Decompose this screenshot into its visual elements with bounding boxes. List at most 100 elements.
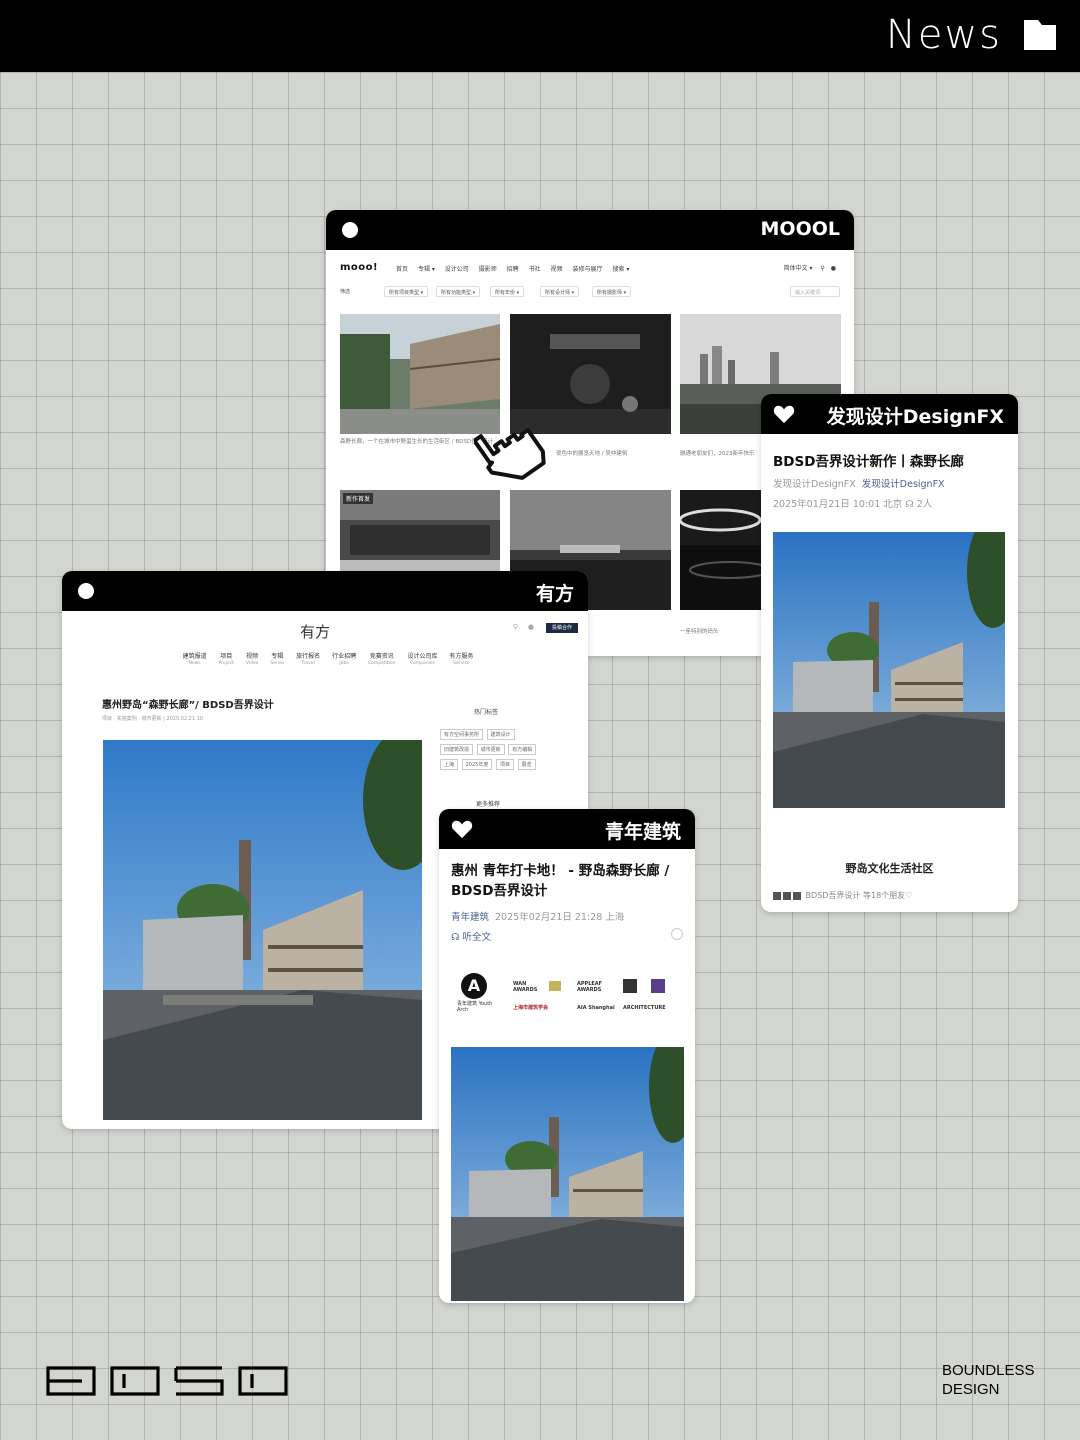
- article-photo: [451, 1047, 684, 1301]
- folder-icon: [1024, 20, 1056, 50]
- publish-time: 2025年02月21日 21:28 上海: [495, 912, 625, 923]
- nav-label: 有方服务: [449, 653, 474, 660]
- nav-item-jobs[interactable]: 行业招聘 Jobs: [332, 653, 356, 667]
- avatar: [793, 891, 801, 900]
- nav-item-service[interactable]: 有方服务 Service: [449, 653, 473, 667]
- close-icon[interactable]: [671, 928, 683, 940]
- avatar: [783, 891, 791, 900]
- article-title[interactable]: 惠州野岛“森野长廊”/ BDSD吾界设计: [102, 696, 274, 711]
- designfx-window: 发现设计DesignFX BDSD吾界设计新作丨森野长廊 发现设计DesignF…: [761, 394, 1018, 912]
- article-meta: 青年建筑 2025年02月21日 21:28 上海: [451, 909, 624, 923]
- bdsd-logo: [46, 1366, 288, 1396]
- window-dot[interactable]: [342, 222, 358, 238]
- nav-item-video[interactable]: 视频 Video: [246, 653, 259, 667]
- award-logo: AIA Shanghai: [577, 1005, 615, 1011]
- nav-item-competition[interactable]: 竞赛资讯 Competition: [368, 653, 396, 667]
- filter-select[interactable]: 所有年份 ▾: [490, 286, 525, 297]
- article-title[interactable]: BDSD吾界设计新作丨森野长廊: [773, 450, 964, 470]
- mool-nav-link[interactable]: 首页: [396, 266, 408, 273]
- nav-sublabel: Service: [453, 661, 470, 666]
- designfx-title-bar: 发现设计DesignFX: [761, 394, 1018, 434]
- mool-nav-link[interactable]: 搜索 ▾: [612, 266, 629, 273]
- tag-list: 有方空间事务所 建筑设计 旧建筑改造 城市更新 有方编辑 上海 2025年度 项…: [440, 729, 544, 774]
- nav-item-series[interactable]: 专辑 Series: [270, 653, 284, 667]
- mool-nav: mooo! 首页 专辑 ▾ 设计公司 摄影师 招聘 书社 视频 装修与展厅 搜索…: [340, 262, 840, 276]
- heart-icon[interactable]: [773, 404, 795, 424]
- nav-label: 行业招聘: [332, 653, 357, 660]
- nav-label: 视频: [246, 653, 259, 660]
- qnjz-window-title: 青年建筑: [604, 821, 681, 843]
- tag[interactable]: 2025年度: [461, 759, 493, 770]
- photo-caption: 野岛文化生活社区: [845, 862, 934, 875]
- user-icon[interactable]: ●: [831, 265, 836, 272]
- tag[interactable]: 城市更新: [476, 744, 505, 755]
- award-logo: 上海市建筑学会: [513, 1005, 549, 1011]
- nav-item-companies[interactable]: 设计公司库 Companies: [407, 653, 437, 667]
- tag[interactable]: 上海: [440, 759, 459, 770]
- article-meta: 项目 · 实施案例 · 城市更新 | 2025.02.21 10: [102, 716, 203, 722]
- youfang-logo[interactable]: 有方: [300, 621, 330, 642]
- filter-select[interactable]: 所有设计师 ▾: [540, 286, 580, 297]
- mool-nav-link[interactable]: 招聘: [507, 266, 519, 273]
- nav-item-news[interactable]: 建筑报道 News: [183, 653, 207, 667]
- filter-select[interactable]: 所有项目类型 ▾: [384, 286, 429, 297]
- tag[interactable]: 展览: [517, 759, 536, 770]
- award-logos: A 青年建筑 Youth Arch WAN AWARDS APPLEAF AWA…: [457, 969, 681, 1021]
- nav-sublabel: Jobs: [339, 661, 349, 666]
- nav-sublabel: News: [188, 661, 201, 666]
- project-caption[interactable]: 夜色中的展览天地 / 吴仲建筑: [556, 450, 666, 458]
- award-logo: WAN AWARDS: [513, 981, 538, 993]
- submit-button[interactable]: 投稿合作: [546, 623, 578, 633]
- nav-label: 建筑报道: [182, 653, 207, 660]
- mool-nav-right: 简体中文 ▾ ⚲ ●: [784, 263, 836, 272]
- award-logo-mark: [549, 981, 561, 991]
- user-icon[interactable]: ●: [528, 623, 534, 631]
- reader-count: BDSD吾界设计 等18个朋友♡: [805, 891, 913, 900]
- mool-nav-link[interactable]: 视频: [551, 266, 563, 273]
- search-icon[interactable]: ⚲: [820, 265, 824, 272]
- source-link[interactable]: 发现设计DesignFX: [862, 479, 945, 490]
- heart-icon[interactable]: [451, 819, 473, 839]
- tag[interactable]: 旧建筑改造: [440, 744, 474, 755]
- tag[interactable]: 有方空间事务所: [440, 729, 484, 740]
- nav-label: 竞赛资讯: [369, 653, 394, 660]
- nav-sublabel: Video: [245, 661, 259, 666]
- mool-nav-link[interactable]: 设计公司: [445, 266, 469, 273]
- mool-search-input[interactable]: 输入关键词: [790, 286, 840, 297]
- nav-sublabel: Project: [218, 661, 234, 666]
- nav-sublabel: Competition: [368, 661, 396, 666]
- article-source: 发现设计DesignFX 发现设计DesignFX: [773, 476, 945, 490]
- nav-item-project[interactable]: 项目 Project: [219, 653, 234, 667]
- new-badge: 新作首发: [343, 493, 374, 504]
- window-dot[interactable]: [78, 583, 94, 599]
- tag[interactable]: 项目: [495, 759, 514, 770]
- mool-nav-link[interactable]: 书社: [529, 266, 541, 273]
- filter-select[interactable]: 所有摄影师 ▾: [592, 286, 632, 297]
- source-link[interactable]: 青年建筑: [451, 912, 489, 923]
- filter-select[interactable]: 所有功能类型 ▾: [436, 286, 481, 297]
- tag[interactable]: 建筑设计: [486, 729, 515, 740]
- tag[interactable]: 有方编辑: [508, 744, 537, 755]
- youfang-nav: 建筑报道 News 项目 Project 视频 Video 专辑 Series 旅行报名…: [158, 653, 498, 673]
- nav-label: 专辑: [271, 653, 284, 660]
- brand-tagline: BOUNDLESS DESIGN: [942, 1361, 1035, 1399]
- sidebar-heading: 更多推荐: [476, 801, 501, 808]
- brand-line: BOUNDLESS: [942, 1362, 1035, 1379]
- brand-line: DESIGN: [942, 1381, 1000, 1398]
- listen-button[interactable]: ☊ 听全文: [451, 929, 491, 943]
- youth-arch-logo: A: [461, 973, 487, 999]
- mool-window-title: MOOOL: [760, 218, 840, 240]
- mool-logo[interactable]: mooo!: [340, 262, 378, 273]
- page-title: News: [885, 12, 1002, 58]
- article-title[interactable]: 惠州 青年打卡地！ - 野岛森野长廊 / BDSD吾界设计: [451, 861, 687, 901]
- qnjz-title-bar: 青年建筑: [439, 809, 695, 849]
- mool-nav-link[interactable]: 专辑 ▾: [418, 266, 435, 273]
- nav-sublabel: Travel: [301, 661, 315, 666]
- youth-arch-logo-text: 青年建筑 Youth Arch: [457, 1001, 493, 1013]
- reader-footer: BDSD吾界设计 等18个朋友♡: [773, 890, 912, 901]
- mool-nav-link[interactable]: 装修与展厅: [572, 266, 602, 273]
- nav-item-travel[interactable]: 旅行报名 Travel: [296, 653, 320, 667]
- mool-nav-link[interactable]: 摄影师: [479, 266, 497, 273]
- search-icon[interactable]: ⚲: [513, 623, 518, 631]
- language-select[interactable]: 简体中文 ▾: [784, 265, 813, 272]
